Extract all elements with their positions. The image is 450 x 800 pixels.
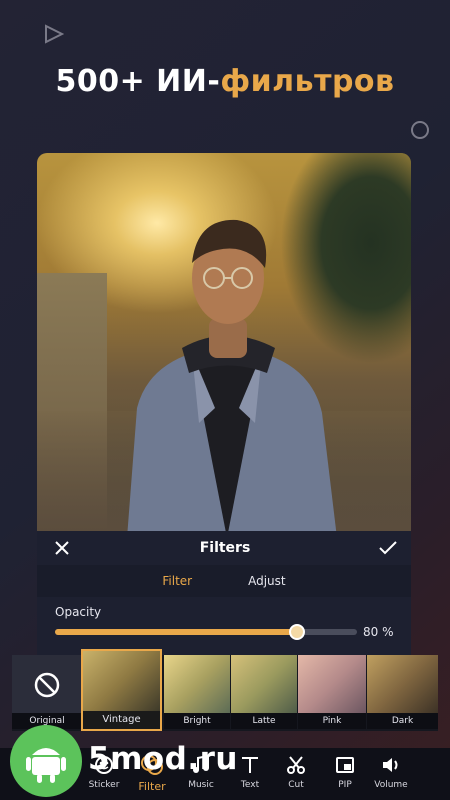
watermark-text: 5mod.ru (88, 741, 238, 777)
tool-label: Text (240, 780, 260, 790)
filter-thumb-pink[interactable]: Pink (298, 655, 366, 729)
tab-adjust[interactable]: Adjust (248, 574, 286, 588)
filter-label: Pink (298, 713, 366, 729)
filter-thumb-latte[interactable]: Latte (231, 655, 297, 729)
filter-thumb-original[interactable]: Original (12, 655, 82, 729)
headline-accent: фильтров (220, 64, 395, 99)
pip-icon (336, 757, 354, 773)
opacity-slider[interactable] (55, 624, 357, 640)
tool-volume[interactable]: Volume (367, 754, 415, 790)
filter-label: Bright (164, 713, 230, 729)
volume-icon (383, 758, 398, 772)
filter-label: Latte (231, 713, 297, 729)
tab-filter[interactable]: Filter (162, 574, 192, 588)
android-icon (26, 748, 66, 783)
no-filter-icon (34, 672, 60, 698)
android-logo-badge (10, 725, 82, 797)
ring-decoration (411, 121, 429, 139)
promo-headline: 500+ ИИ-фильтров (0, 64, 450, 99)
headline-prefix: 500+ ИИ- (55, 64, 221, 99)
filter-label: Dark (367, 713, 438, 729)
close-icon[interactable] (53, 539, 71, 557)
opacity-slider-fill (55, 629, 297, 635)
tool-cut[interactable]: Cut (272, 754, 320, 790)
panel-title: Filters (199, 540, 251, 556)
check-icon[interactable] (379, 539, 397, 557)
filter-thumb-dark[interactable]: Dark (367, 655, 438, 729)
tool-label: Music (188, 780, 214, 790)
play-triangle-icon (45, 24, 64, 44)
text-icon (242, 757, 258, 773)
scissors-icon (287, 756, 305, 774)
filters-panel: Filters Filter Adjust Opacity 80 % (37, 531, 411, 656)
tool-label: Filter (138, 780, 166, 793)
opacity-slider-thumb[interactable] (288, 624, 305, 640)
tool-label: Volume (374, 780, 408, 790)
opacity-label: Opacity (55, 605, 102, 619)
filter-label: Vintage (83, 711, 160, 729)
panel-header: Filters (37, 531, 411, 565)
preview-photo (37, 153, 411, 531)
person-silhouette (127, 219, 337, 531)
tool-label: Sticker (88, 780, 120, 790)
tool-label: Cut (288, 780, 304, 790)
filter-strip: Original Vintage Bright Latte Pink Dark (12, 649, 438, 731)
opacity-value: 80 % (363, 625, 394, 639)
tool-pip[interactable]: PIP (321, 754, 369, 790)
tool-label: PIP (338, 780, 352, 790)
filter-thumb-vintage[interactable]: Vintage (81, 649, 162, 731)
panel-tabs: Filter Adjust (37, 565, 411, 597)
filter-thumb-bright[interactable]: Bright (164, 655, 230, 729)
